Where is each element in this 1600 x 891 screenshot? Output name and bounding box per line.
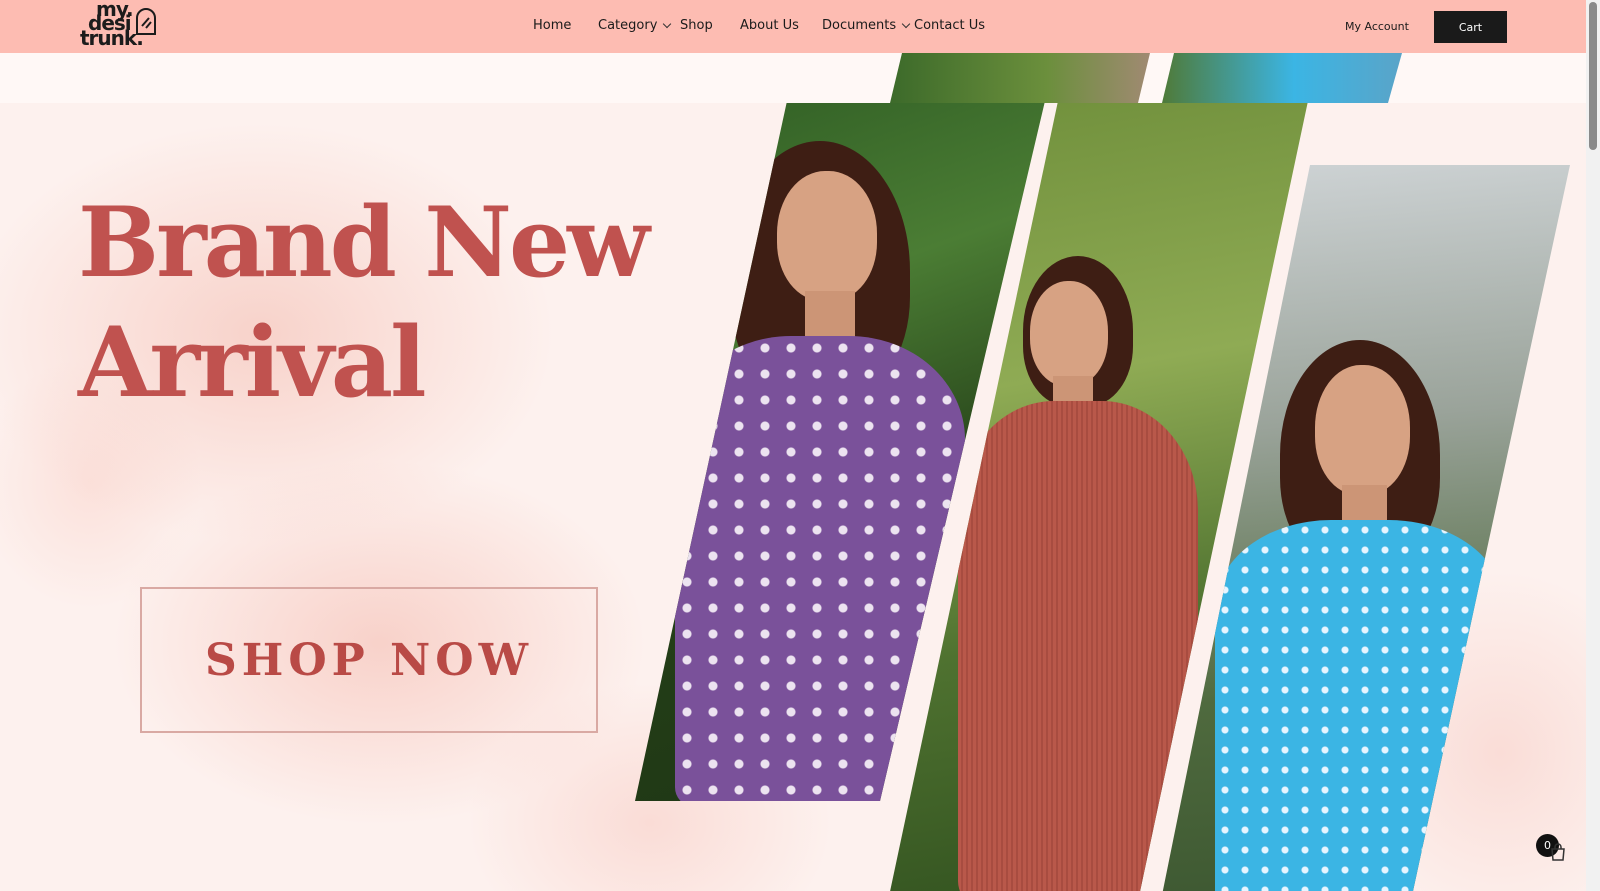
nav-shop[interactable]: Shop bbox=[680, 18, 713, 33]
model-kurta-blue bbox=[1215, 520, 1505, 891]
hero-headline: Brand New Arrival bbox=[78, 183, 650, 423]
nav-documents-label: Documents bbox=[822, 18, 897, 33]
model-face bbox=[777, 171, 877, 301]
cart-button[interactable]: Cart bbox=[1434, 11, 1507, 43]
chevron-down-icon bbox=[901, 19, 911, 28]
nav-shop-label: Shop bbox=[680, 18, 713, 33]
nav-category[interactable]: Category bbox=[598, 18, 672, 33]
nav-contact-label: Contact Us bbox=[914, 18, 985, 33]
nav-documents[interactable]: Documents bbox=[822, 18, 911, 33]
nav-about-us[interactable]: About Us bbox=[740, 18, 799, 33]
headline-line-2: Arrival bbox=[78, 306, 427, 419]
nav-category-label: Category bbox=[598, 18, 658, 33]
nav-home[interactable]: Home bbox=[533, 18, 571, 33]
model-face bbox=[1315, 365, 1410, 495]
my-account-link[interactable]: My Account bbox=[1345, 20, 1409, 33]
site-header: my. desi trunk. Home Category Shop About… bbox=[0, 0, 1586, 53]
photo-strip-right bbox=[1162, 53, 1402, 103]
nav-about-label: About Us bbox=[740, 18, 799, 33]
logo-trunk-icon bbox=[136, 8, 156, 35]
model-face bbox=[1030, 281, 1108, 386]
shop-now-button[interactable]: SHOP NOW bbox=[140, 587, 598, 733]
page-scrollbar[interactable] bbox=[1586, 0, 1600, 891]
nav-contact-us[interactable]: Contact Us bbox=[914, 18, 985, 33]
model-kurta-purple bbox=[675, 336, 965, 801]
shopping-bag-icon[interactable] bbox=[1548, 842, 1568, 862]
scrollbar-thumb[interactable] bbox=[1589, 2, 1597, 150]
photo-strip-left bbox=[890, 53, 1150, 103]
top-photo-strip bbox=[0, 53, 1586, 103]
nav-home-label: Home bbox=[533, 18, 572, 33]
chevron-down-icon bbox=[663, 19, 672, 28]
headline-line-1: Brand New bbox=[78, 186, 650, 299]
hero-banner[interactable]: Brand New Arrival SHOP NOW bbox=[0, 103, 1586, 891]
model-kurta-red bbox=[958, 401, 1198, 891]
site-logo[interactable]: my. desi trunk. bbox=[80, 0, 160, 50]
